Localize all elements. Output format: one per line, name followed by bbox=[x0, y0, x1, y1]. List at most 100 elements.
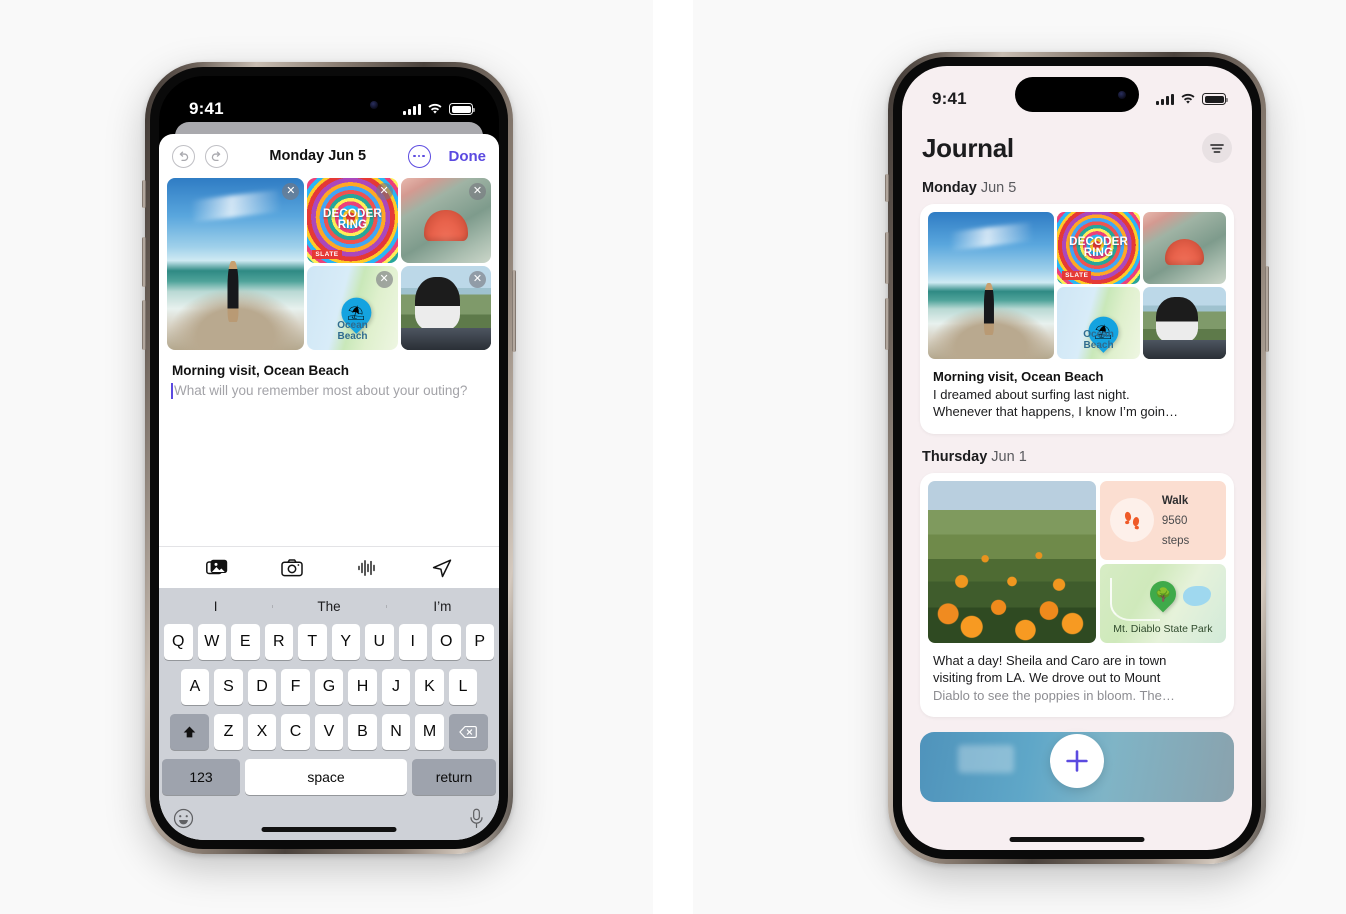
volume-down-button[interactable] bbox=[142, 300, 146, 350]
attachment-decoder-ring-podcast[interactable]: DECODER RING SLATE ✕ bbox=[307, 178, 398, 263]
key-j[interactable]: J bbox=[381, 669, 411, 705]
audio-waveform-icon[interactable] bbox=[355, 557, 379, 579]
entry-editor-sheet: Monday Jun 5 Done ✕ DECODER RING SLATE ✕… bbox=[159, 134, 499, 840]
key-b[interactable]: B bbox=[348, 714, 377, 750]
media-ocean-beach-map[interactable]: ⛱ Ocean Beach bbox=[1057, 287, 1141, 359]
key-m[interactable]: M bbox=[415, 714, 444, 750]
remove-attachment-icon[interactable]: ✕ bbox=[469, 183, 486, 200]
attachment-grid: ✕ DECODER RING SLATE ✕ ✕ ⛱ Ocean Beach ✕… bbox=[159, 178, 499, 350]
prediction-item[interactable]: The bbox=[272, 599, 385, 614]
attachment-surfer-beach-photo[interactable]: ✕ bbox=[167, 178, 305, 350]
key-d[interactable]: D bbox=[247, 669, 277, 705]
media-decoder-ring-podcast[interactable]: DECODER RING SLATE bbox=[1057, 212, 1141, 284]
key-t[interactable]: T bbox=[298, 624, 327, 660]
key-q[interactable]: Q bbox=[164, 624, 193, 660]
done-button[interactable]: Done bbox=[449, 148, 487, 165]
key-w[interactable]: W bbox=[197, 624, 226, 660]
journal-entry-card[interactable]: DECODER RING SLATE ⛱ Ocean Beach Morning… bbox=[920, 204, 1234, 434]
volume-up-button[interactable] bbox=[885, 232, 889, 284]
key-i[interactable]: I bbox=[398, 624, 427, 660]
ellipsis-circle-icon[interactable] bbox=[407, 144, 431, 168]
mute-switch[interactable] bbox=[885, 174, 889, 202]
walk-widget-detail: 9560 steps bbox=[1161, 515, 1190, 548]
key-g[interactable]: G bbox=[314, 669, 344, 705]
entry-line-2: visiting from LA. We drove out to Mount bbox=[933, 670, 1161, 686]
text-caret bbox=[171, 383, 173, 399]
map-lake-shape bbox=[1183, 585, 1211, 607]
key-n[interactable]: N bbox=[381, 714, 411, 750]
entry-text-area[interactable]: Morning visit, Ocean Beach What will you… bbox=[159, 350, 499, 546]
remove-attachment-icon[interactable]: ✕ bbox=[375, 270, 393, 288]
location-arrow-icon[interactable] bbox=[430, 557, 454, 579]
attachment-seashell-photo[interactable]: ✕ bbox=[400, 178, 491, 263]
key-u[interactable]: U bbox=[365, 624, 394, 660]
media-surfer-beach-photo[interactable] bbox=[928, 212, 1055, 359]
media-seashell-photo[interactable] bbox=[1143, 212, 1226, 284]
key-a[interactable]: A bbox=[180, 669, 210, 705]
space-key[interactable]: space bbox=[245, 759, 407, 795]
media-dog-in-car-photo[interactable] bbox=[1143, 287, 1226, 359]
photos-icon[interactable] bbox=[205, 557, 229, 579]
key-f[interactable]: F bbox=[281, 669, 310, 705]
microphone-icon[interactable] bbox=[468, 808, 485, 834]
key-k[interactable]: K bbox=[415, 669, 444, 705]
park-location-widget[interactable]: 🌳 Mt. Diablo State Park bbox=[1099, 563, 1226, 643]
key-e[interactable]: E bbox=[231, 624, 260, 660]
key-p[interactable]: P bbox=[465, 624, 494, 660]
key-r[interactable]: R bbox=[264, 624, 293, 660]
entry-date: Jun 1 bbox=[991, 448, 1027, 465]
car-door-shape bbox=[1143, 340, 1226, 359]
home-indicator[interactable] bbox=[1009, 837, 1145, 842]
shift-arrow-icon[interactable] bbox=[170, 714, 210, 750]
key-y[interactable]: Y bbox=[331, 624, 360, 660]
numbers-key[interactable]: 123 bbox=[162, 759, 240, 795]
entry-heading: Morning visit, Ocean Beach bbox=[172, 363, 350, 378]
journal-screen: 9:41 Journal Monday Jun 5 DECODER RING S… bbox=[902, 66, 1252, 850]
place-line2: Beach bbox=[1083, 340, 1114, 352]
key-s[interactable]: S bbox=[214, 669, 243, 705]
power-button[interactable] bbox=[1265, 266, 1269, 352]
key-v[interactable]: V bbox=[314, 714, 344, 750]
journal-entry-card[interactable]: Walk 9560 steps 🌳 Mt. Diablo State Park … bbox=[920, 472, 1234, 718]
filter-lines-icon[interactable] bbox=[1202, 133, 1232, 163]
device-bezel: 9:41 Journal Monday Jun 5 DECODER RING S… bbox=[893, 57, 1261, 859]
prediction-item[interactable]: I bbox=[159, 599, 272, 614]
entry-line-2: I dreamed about surfing last night. bbox=[933, 386, 1130, 402]
entry-heading: Morning visit, Ocean Beach bbox=[933, 369, 1104, 384]
map-place-label: Ocean Beach bbox=[307, 321, 397, 343]
home-indicator[interactable] bbox=[261, 827, 397, 832]
return-key[interactable]: return bbox=[412, 759, 496, 795]
attachment-dog-in-car-photo[interactable]: ✕ bbox=[400, 265, 491, 350]
backspace-icon[interactable] bbox=[448, 714, 488, 750]
key-x[interactable]: X bbox=[247, 714, 277, 750]
remove-attachment-icon[interactable]: ✕ bbox=[375, 183, 393, 200]
power-button[interactable] bbox=[512, 270, 516, 352]
emoji-smiley-icon[interactable] bbox=[173, 808, 194, 834]
key-c[interactable]: C bbox=[281, 714, 310, 750]
remove-attachment-icon[interactable]: ✕ bbox=[282, 183, 300, 200]
keyboard-row-4: 123 space return bbox=[159, 759, 499, 795]
attachment-toolbar bbox=[159, 546, 499, 588]
mute-switch[interactable] bbox=[142, 180, 146, 208]
iphone-editor-device: 9:41 Monday Jun 5 Done ✕ DECODER RING SL… bbox=[142, 62, 516, 854]
key-h[interactable]: H bbox=[348, 669, 377, 705]
entry-body-text: Morning visit, Ocean Beach I dreamed abo… bbox=[920, 359, 1234, 434]
remove-attachment-icon[interactable]: ✕ bbox=[469, 270, 486, 288]
key-l[interactable]: L bbox=[448, 669, 478, 705]
prediction-item[interactable]: I’m bbox=[385, 599, 499, 614]
undo-icon[interactable] bbox=[172, 144, 195, 168]
key-o[interactable]: O bbox=[432, 624, 461, 660]
media-poppy-field-photo[interactable] bbox=[928, 480, 1096, 643]
attachment-ocean-beach-map[interactable]: ⛱ Ocean Beach ✕ bbox=[307, 265, 398, 350]
volume-down-button[interactable] bbox=[885, 298, 889, 350]
redo-icon[interactable] bbox=[205, 144, 228, 168]
camera-icon[interactable] bbox=[280, 557, 304, 579]
add-entry-button[interactable] bbox=[1050, 734, 1104, 788]
walk-workout-widget[interactable]: Walk 9560 steps bbox=[1099, 480, 1226, 560]
keyboard-row-1: Q W E R T Y U I O P bbox=[159, 624, 499, 660]
volume-up-button[interactable] bbox=[142, 237, 146, 287]
key-z[interactable]: Z bbox=[214, 714, 243, 750]
front-camera-icon bbox=[370, 100, 378, 109]
entry-placeholder-text: What will you remember most about your o… bbox=[174, 383, 468, 398]
place-line2: Beach bbox=[337, 331, 368, 343]
